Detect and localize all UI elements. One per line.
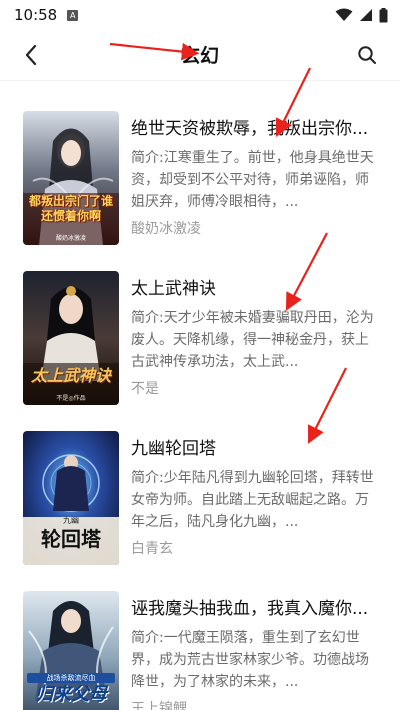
book-cover-author: 酸奶冰激凌 [55, 235, 86, 242]
book-author: 白青玄 [131, 541, 173, 557]
status-bar: 10:58 A [0, 0, 400, 30]
book-info: 绝世天资被欺辱，我叛出宗你... 简介:江寒重生了。前世，他身具绝世天资，却受到… [131, 116, 381, 239]
book-item[interactable]: 太上武神诀 不是◎作品 太上武神诀 简介:天才少年被未婚妻骗取丹田，沦为废人。天… [0, 271, 400, 411]
book-description: 简介:一代魔王陨落，重生到了玄幻世界，成为荒古世家林家少爷。功德战场降世，为了林… [131, 630, 369, 690]
book-info: 太上武神诀 简介:天才少年被未婚妻骗取丹田，沦为废人。天降机缘，得一神秘金丹，获… [131, 276, 381, 399]
book-cover-author: 不是◎作品 [56, 395, 86, 402]
book-cover-title: 太上武神诀 [30, 366, 111, 385]
cellular-signal-icon [360, 9, 372, 21]
book-cover-title: 轮回塔 [41, 527, 101, 551]
book-title[interactable]: 太上武神诀 [131, 276, 381, 302]
book-title[interactable]: 九幽轮回塔 [131, 436, 381, 462]
book-item[interactable]: 九幽 轮回塔 九幽轮回塔 简介:少年陆凡得到九幽轮回塔，拜转世女帝为师。自此踏上… [0, 431, 400, 571]
book-info: 九幽轮回塔 简介:少年陆凡得到九幽轮回塔，拜转世女帝为师。自此踏上无敌崛起之路。… [131, 436, 381, 559]
book-cover[interactable]: 太上武神诀 不是◎作品 [23, 271, 119, 405]
book-cover-subtitle: 战场杀敌流尽血 [27, 673, 115, 683]
book-cover[interactable]: 九幽 轮回塔 [23, 431, 119, 565]
book-author: 王上锦鲤 [131, 701, 187, 710]
book-cover[interactable]: 战场杀敌流尽血 归来父母 [23, 591, 119, 710]
page-title: 玄幻 [180, 44, 219, 67]
book-description: 简介:江寒重生了。前世，他身具绝世天资，却受到不公平对待，师弟诬陷，师姐厌弃，师… [131, 150, 374, 210]
book-info: 诬我魔头抽我血，我真入魔你... 简介:一代魔王陨落，重生到了玄幻世界，成为荒古… [131, 596, 381, 710]
search-icon [358, 46, 376, 64]
book-cover-image [23, 111, 119, 245]
status-indicators [335, 7, 388, 23]
wifi-icon [335, 8, 353, 21]
back-arrow-icon [25, 44, 37, 66]
book-title[interactable]: 诬我魔头抽我血，我真入魔你... [131, 596, 381, 622]
book-item[interactable]: 战场杀敌流尽血 归来父母 诬我魔头抽我血，我真入魔你... 简介:一代魔王陨落，… [0, 591, 400, 710]
status-time: 10:58 [14, 6, 58, 24]
book-author: 酸奶冰激凌 [131, 221, 201, 237]
book-title[interactable]: 绝世天资被欺辱，我叛出宗你... [131, 116, 381, 142]
book-cover-title: 归来父母 [35, 684, 107, 705]
header-divider [0, 80, 400, 81]
battery-icon [379, 7, 388, 22]
book-description: 简介:天才少年被未婚妻骗取丹田，沦为废人。天降机缘，得一神秘金丹，获上古武神传承… [131, 310, 374, 370]
book-cover-subtitle: 九幽 [63, 516, 79, 525]
book-description: 简介:少年陆凡得到九幽轮回塔，拜转世女帝为师。自此踏上无敌崛起之路。万年之后，陆… [131, 470, 374, 530]
book-cover-title: 都叛出宗门了谁还惯着你啊 [28, 194, 113, 223]
book-author: 不是 [131, 381, 159, 397]
back-button[interactable] [18, 42, 44, 68]
book-item[interactable]: 都叛出宗门了谁还惯着你啊 酸奶冰激凌 绝世天资被欺辱，我叛出宗你... 简介:江… [0, 111, 400, 251]
book-cover[interactable]: 都叛出宗门了谁还惯着你啊 酸奶冰激凌 [23, 111, 119, 245]
top-navigation-bar: 玄幻 [0, 30, 400, 78]
app-notification-icon: A [67, 9, 79, 21]
search-button[interactable] [354, 42, 380, 68]
